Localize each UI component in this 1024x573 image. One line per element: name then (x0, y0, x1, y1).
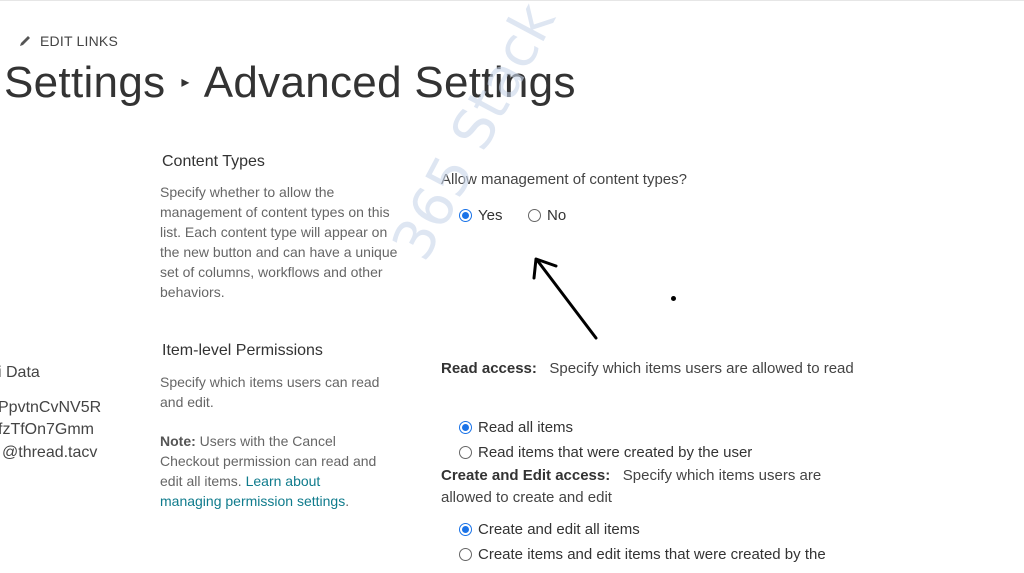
note-period: . (345, 493, 350, 509)
read-all-label: Read all items (478, 419, 574, 436)
edit-own-label: Create items and edit items that were cr… (478, 546, 826, 563)
read-all-option[interactable]: Read all items (459, 419, 573, 436)
edit-own-radio[interactable] (459, 548, 472, 561)
edit-links-button[interactable]: EDIT LINKS (18, 33, 118, 49)
item-permissions-description: Specify which items users can read and e… (160, 374, 380, 410)
content-types-question: Allow management of content types? (441, 171, 687, 188)
watermark: 365 Stack (380, 0, 569, 271)
annotation-dot (671, 296, 676, 301)
read-own-radio[interactable] (459, 446, 472, 459)
note-label: Note: (160, 433, 196, 449)
left-nav-item[interactable]: fzTfOn7Gmm (0, 421, 94, 439)
edit-access-label: Create and Edit access: (441, 467, 611, 484)
read-all-radio[interactable] (459, 421, 472, 434)
page-title: Settings ▸ Advanced Settings (4, 58, 576, 108)
content-types-no-radio[interactable] (528, 209, 541, 222)
breadcrumb-current: Advanced Settings (203, 58, 576, 107)
edit-all-radio[interactable] (459, 523, 472, 536)
pencil-icon (20, 36, 30, 46)
content-types-description: Specify whether to allow the management … (160, 184, 398, 300)
edit-own-option[interactable]: Create items and edit items that were cr… (459, 546, 826, 563)
edit-all-option[interactable]: Create and edit all items (459, 521, 640, 538)
edit-access-text: Create and Edit access: Specify which it… (441, 465, 871, 509)
edit-links-label: EDIT LINKS (40, 33, 118, 49)
breadcrumb-separator-icon: ▸ (181, 74, 190, 92)
left-nav-item[interactable]: i Data (0, 364, 40, 382)
content-types-yes-radio[interactable] (459, 209, 472, 222)
content-types-no-label: No (547, 207, 567, 224)
read-access-description: Specify which items users are allowed to… (549, 360, 854, 377)
left-nav-item[interactable]: @thread.tacv (2, 444, 97, 462)
content-types-yes-label: Yes (478, 207, 503, 224)
left-nav-item[interactable]: PpvtnCvNV5R (0, 399, 101, 417)
read-own-label: Read items that were created by the user (478, 444, 753, 461)
breadcrumb-parent[interactable]: Settings (4, 58, 165, 107)
edit-all-label: Create and edit all items (478, 521, 640, 538)
read-access-label: Read access: (441, 360, 537, 377)
content-types-no-option[interactable]: No (528, 207, 566, 224)
item-permissions-heading: Item-level Permissions (162, 342, 323, 359)
content-types-heading: Content Types (162, 153, 265, 170)
read-access-text: Read access: Specify which items users a… (441, 358, 871, 380)
read-own-option[interactable]: Read items that were created by the user (459, 444, 752, 461)
content-types-yes-option[interactable]: Yes (459, 207, 502, 224)
item-permissions-note: Note: Users with the Cancel Checkout per… (160, 431, 380, 511)
top-border (0, 0, 1024, 1)
